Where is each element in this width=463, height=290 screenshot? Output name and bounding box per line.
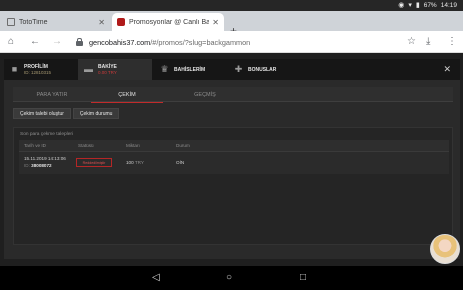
tab-title: TotoTime [19,18,48,26]
header-my-bets[interactable]: ♛ BAHİSLERİM [154,59,228,80]
bookmark-star-icon[interactable]: ☆ [407,35,416,49]
trophy-icon: ♛ [160,64,169,74]
page-content: ■ PROFİLİM ID: 12810315 ▬ BAKİYE 0.00 TR… [0,53,463,266]
browser-tab-strip: TotoTime ✕ Promosyonlar @ Canlı Bahis ✕ … [0,11,463,38]
header-my-bets-title: BAHİSLERİM [174,66,206,73]
browser-toolbar: ⌂ ← → gencobahis37.com /#/promos/?slug=b… [0,31,463,53]
address-bar[interactable]: gencobahis37.com /#/promos/?slug=backgam… [76,34,426,50]
browser-tab-promosyonlar[interactable]: Promosyonlar @ Canlı Bahis ✕ [112,13,224,31]
status-bar-indicators: ◉ ▾ ▮ 67% 14:19 [398,1,457,10]
android-nav-bar: ◁ ○ □ [0,266,463,290]
balance-subtabs: PARA YATIR ÇEKİM GEÇMİŞ [13,87,453,103]
menu-more-icon[interactable]: ⋮ [447,35,457,49]
create-withdraw-request-button[interactable]: Çekim talebi oluştur [13,108,71,119]
wifi-icon: ▾ [408,2,412,9]
row-date: 15.11.2019 14:13:06 [24,156,66,161]
user-id: ID: 12810315 [24,69,52,75]
gift-icon: ✚ [234,64,243,74]
balance-amount: 0.00 TRY [98,69,117,75]
close-tab-icon[interactable]: ✕ [98,18,105,27]
battery-icon: ▮ [415,2,420,9]
header-bonuses[interactable]: ✚ BONUSLAR [228,59,298,80]
recent-withdrawals-panel: Son para çekme talepleri Tarih ve ID Sta… [13,127,453,245]
withdrawals-table: Tarih ve ID Statüsü Miktarı Durum 15.11.… [19,140,449,174]
withdraw-status-button[interactable]: Çekim durumu [72,108,120,119]
forward-arrow-icon[interactable]: → [52,35,62,49]
account-header: ■ PROFİLİM ID: 12810315 ▬ BAKİYE 0.00 TR… [4,59,460,80]
home-icon[interactable]: ⌂ [8,35,14,49]
location-icon: ◉ [398,2,405,9]
close-tab-icon[interactable]: ✕ [212,18,219,27]
browser-tab-tototime[interactable]: TotoTime ✕ [2,13,110,31]
battery-level: 67% [423,2,437,9]
home-circle-icon[interactable]: ○ [226,271,232,285]
column-header: Statüsü [78,143,94,148]
tab-title: Promosyonlar @ Canlı Bahis [129,18,210,26]
site-favicon-icon [117,18,125,26]
recents-square-icon[interactable]: □ [300,271,306,285]
clock: 14:19 [440,2,457,9]
header-balance[interactable]: ▬ BAKİYE 0.00 TRY [78,59,152,80]
withdraw-actions: Çekim talebi oluştur Çekim durumu [13,108,120,119]
tab-history[interactable]: GEÇMİŞ [163,87,247,102]
row-state: OİN [176,160,185,165]
row-id: ID: 38008072 [24,163,52,168]
status-badge: Reddedilmiştir [76,158,112,167]
url-host: gencobahis37.com [89,37,151,47]
account-modal: ■ PROFİLİM ID: 12810315 ▬ BAKİYE 0.00 TR… [4,59,460,259]
column-header: Tarih ve ID [24,143,46,148]
table-header: Tarih ve ID Statüsü Miktarı Durum [19,140,449,152]
column-header: Miktarı [126,143,140,148]
panel-title: Son para çekme talepleri [20,132,74,137]
header-profile[interactable]: ■ PROFİLİM ID: 12810315 [4,59,74,80]
table-row: 15.11.2019 14:13:06 ID: 38008072 Reddedi… [19,152,449,174]
row-amount: 100 TRY [126,160,144,165]
tab-deposit[interactable]: PARA YATIR [13,87,91,102]
close-icon[interactable]: ✕ [443,64,451,74]
header-bonuses-title: BONUSLAR [248,66,277,73]
wallet-icon: ▬ [84,64,93,74]
column-header: Durum [176,143,190,148]
android-status-bar: ◉ ▾ ▮ 67% 14:19 [0,0,463,11]
download-icon[interactable]: ⤓ [426,35,430,49]
back-triangle-icon[interactable]: ◁ [152,271,160,285]
back-arrow-icon[interactable]: ← [30,35,40,49]
tab-withdraw[interactable]: ÇEKİM [91,87,163,103]
live-support-avatar[interactable] [430,234,460,264]
user-icon: ■ [11,64,18,74]
page-icon [7,18,15,26]
lock-icon [76,38,83,46]
url-path: /#/promos/?slug=backgammon [150,37,251,47]
